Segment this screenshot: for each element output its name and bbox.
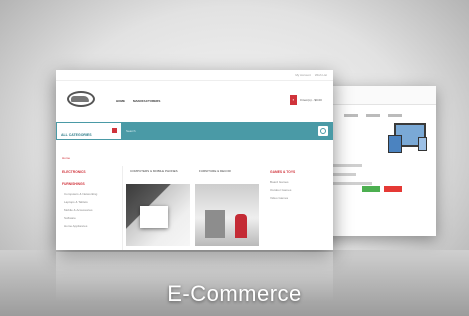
sidebar-item[interactable]: Home Appliances: [56, 222, 122, 230]
search-bar: ALL CATEGORIES Search: [56, 122, 333, 140]
breadcrumb[interactable]: Home: [62, 156, 70, 160]
screenshot-stage: My Account Wish List HOME MANUFACTURERS …: [0, 0, 469, 316]
right-item[interactable]: Board Games: [266, 178, 330, 186]
tablet-icon: [388, 135, 402, 153]
wish-list-link[interactable]: Wish List: [315, 70, 327, 80]
product-image: [126, 184, 190, 246]
top-links: My Account Wish List: [56, 70, 333, 81]
cart-icon[interactable]: ▪: [290, 95, 297, 105]
car-icon: [71, 96, 89, 102]
search-icon[interactable]: [318, 126, 328, 136]
category-select[interactable]: ALL CATEGORIES: [56, 122, 122, 140]
sidebar-item[interactable]: Laptops & Tablets: [56, 198, 122, 206]
right-item[interactable]: Video Games: [266, 194, 330, 202]
product-image: [195, 184, 259, 246]
main-nav: HOME MANUFACTURERS: [116, 99, 160, 103]
right-heading[interactable]: GAMES & TOYS: [266, 166, 330, 178]
sidebar-item[interactable]: Mobile & Accessories: [56, 206, 122, 214]
front-screenshot: My Account Wish List HOME MANUFACTURERS …: [56, 70, 333, 250]
category-sidebar: ELECTRONICS FURNISHINGS Computers & Netw…: [56, 166, 123, 250]
category-select-label: ALL CATEGORIES: [61, 133, 92, 137]
sidebar-heading-electronics[interactable]: ELECTRONICS: [56, 166, 122, 178]
my-account-link[interactable]: My Account: [295, 70, 311, 80]
product-label: COMPUTERS & MOBILE PHONES: [130, 169, 178, 173]
devices-image: [388, 123, 428, 153]
back-tabs: [344, 114, 402, 117]
store-header: HOME MANUFACTURERS ▪ 0 item(s) - $0.00: [56, 81, 333, 119]
nav-home[interactable]: HOME: [116, 99, 125, 103]
caption-title: E-Commerce: [167, 281, 302, 306]
search-input[interactable]: Search: [126, 127, 306, 135]
sidebar-heading-furnishings[interactable]: FURNISHINGS: [56, 178, 122, 190]
logo: [62, 85, 96, 109]
right-item[interactable]: Outdoor Games: [266, 186, 330, 194]
phone-icon: [418, 137, 427, 151]
right-category-column: GAMES & TOYS Board Games Outdoor Games V…: [266, 166, 330, 202]
sidebar-item[interactable]: Computers & Networking: [56, 190, 122, 198]
product-card[interactable]: COMPUTERS & MOBILE PHONES: [126, 166, 190, 246]
chevron-down-icon: [112, 128, 117, 133]
product-card[interactable]: FURNITURE & DECOR: [195, 166, 259, 246]
nav-manufacturers[interactable]: MANUFACTURERS: [133, 99, 160, 103]
cart-summary[interactable]: 0 item(s) - $0.00: [300, 98, 322, 102]
product-label: FURNITURE & DECOR: [199, 169, 231, 173]
sidebar-item[interactable]: Software: [56, 214, 122, 222]
back-cancel-button[interactable]: [384, 186, 402, 192]
back-save-button[interactable]: [362, 186, 380, 192]
